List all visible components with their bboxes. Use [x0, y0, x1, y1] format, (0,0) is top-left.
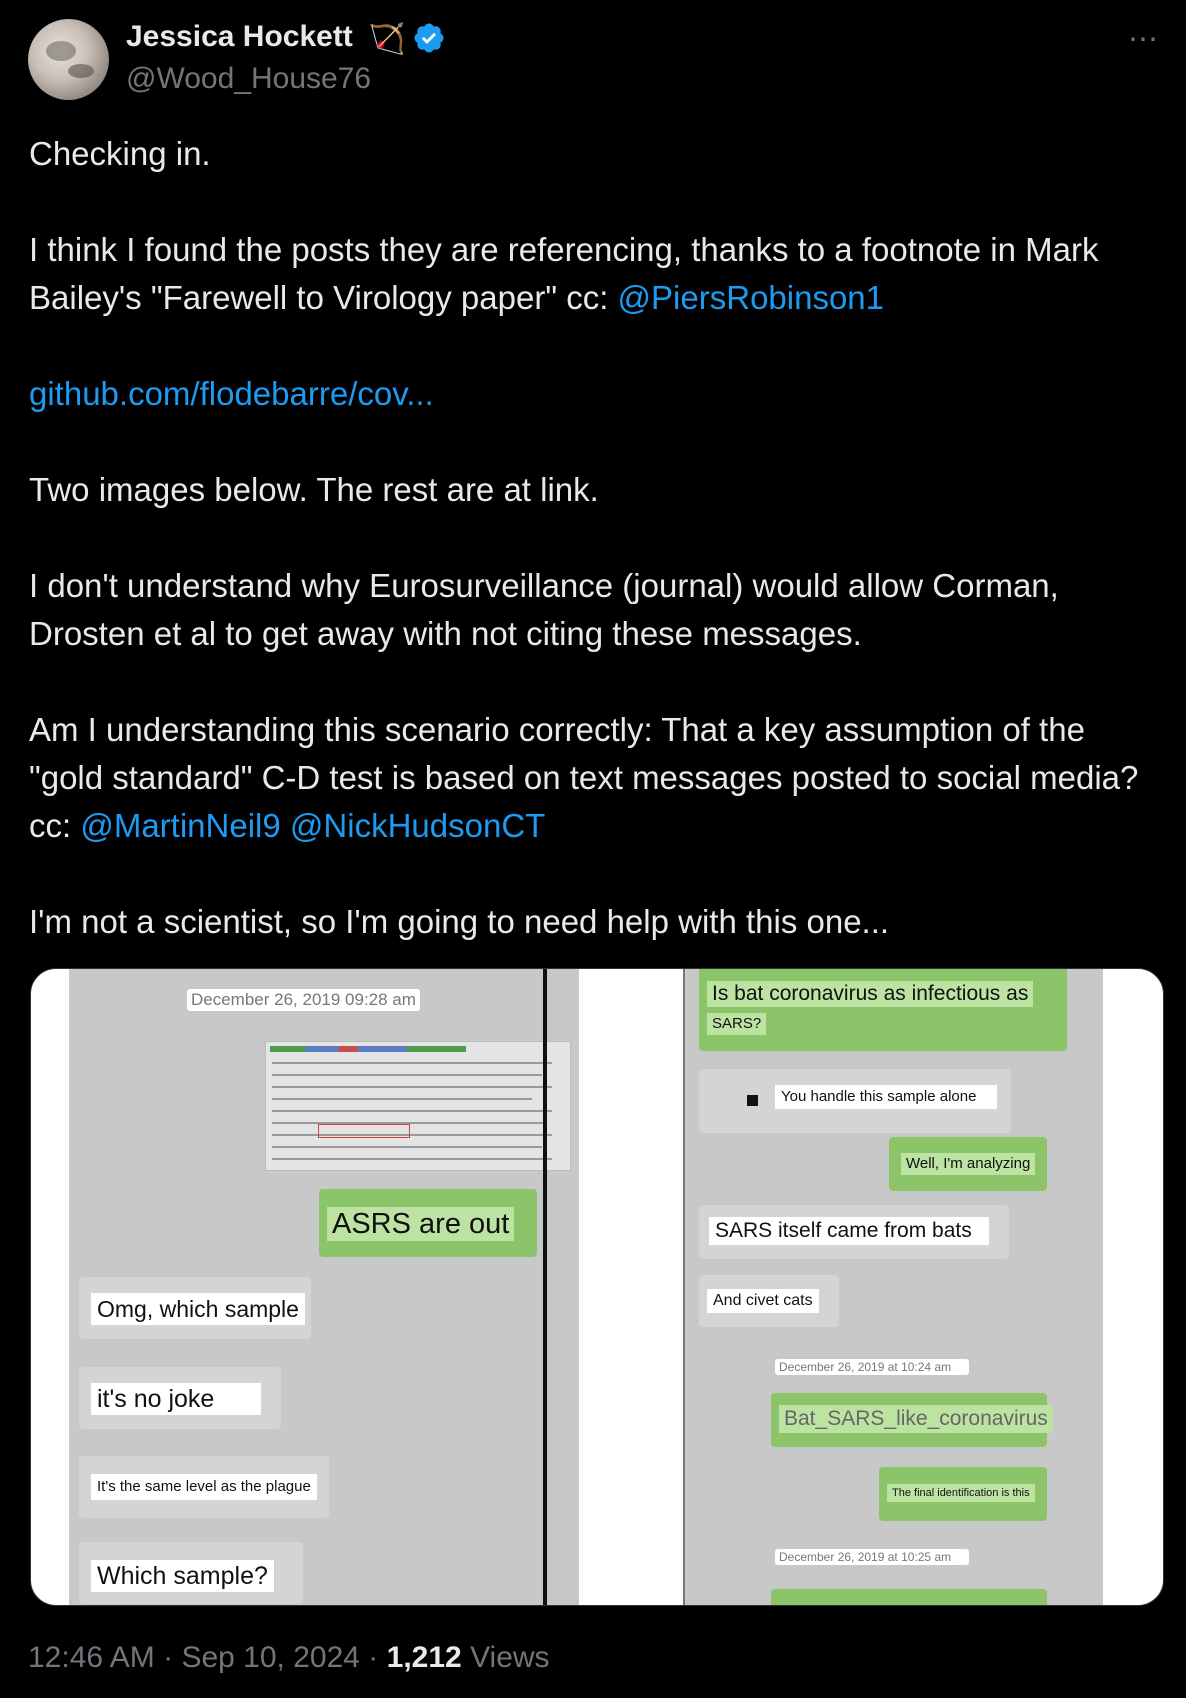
chat-bubble-incoming: And civet cats [699, 1275, 839, 1327]
avatar-detail [68, 64, 94, 78]
spreadsheet-row [272, 1074, 542, 1076]
chat-bubble-outgoing: The final identification is this [879, 1467, 1047, 1521]
spreadsheet-row [272, 1098, 532, 1100]
spreadsheet-row [272, 1086, 552, 1088]
verified-badge-icon[interactable] [412, 21, 446, 55]
views-label: Views [470, 1641, 550, 1674]
spreadsheet-row [272, 1110, 552, 1112]
more-options-icon[interactable]: ⋯ [1128, 22, 1159, 57]
chat-bubble-text: ASRS are out [327, 1207, 515, 1241]
image-gap [597, 969, 615, 1605]
panel-edge [683, 969, 685, 1605]
redacted-square-icon [747, 1095, 758, 1106]
media-image-left[interactable]: December 26, 2019 09:28 am ASRS are out … [69, 969, 579, 1605]
chat-bubble-text: It's the same level as the plague [91, 1474, 317, 1500]
highlight-box [318, 1124, 410, 1138]
bow-and-arrow-emoji: 🏹 [368, 23, 406, 56]
tweet-meta: 12:46 AM · Sep 10, 2024 · 1,212 Views [28, 1641, 550, 1675]
tweet-date[interactable]: Sep 10, 2024 [181, 1641, 360, 1674]
chat-bubble-text: Bat_SARS_like_coronavirus [779, 1405, 1053, 1433]
meta-separator: · [163, 1641, 174, 1674]
author-handle[interactable]: @Wood_House76 [126, 62, 371, 96]
spreadsheet-header [270, 1046, 466, 1052]
chat-bubble-outgoing: Bat_SARS_like_coronavirus [771, 1393, 1053, 1447]
image-divider [543, 969, 547, 1605]
chat-timestamp: December 26, 2019 at 10:25 am [775, 1549, 969, 1565]
chat-bubble-text: Which sample? [91, 1560, 274, 1592]
tweet-paragraph: I don't understand why Eurosurveillance … [29, 567, 1059, 652]
chat-bubble-incoming: it's no joke [79, 1367, 281, 1429]
spreadsheet-row [272, 1158, 552, 1160]
tweet-text: Checking in. I think I found the posts t… [29, 130, 1164, 994]
chat-timestamp: December 26, 2019 09:28 am [187, 989, 420, 1011]
avatar-detail [46, 41, 76, 61]
media-grid[interactable]: December 26, 2019 09:28 am ASRS are out … [30, 968, 1164, 1606]
spreadsheet-row [272, 1062, 552, 1064]
chat-bubble-outgoing: Is bat coronavirus as infectious as SARS… [699, 969, 1067, 1051]
media-image-right[interactable]: Is bat coronavirus as infectious as SARS… [683, 969, 1103, 1605]
mention-link[interactable]: @PiersRobinson1 [618, 279, 884, 316]
spreadsheet-row [272, 1134, 552, 1136]
chat-bubble-incoming: Omg, which sample [79, 1277, 311, 1339]
chat-timestamp: December 26, 2019 at 10:24 am [775, 1359, 969, 1375]
tweet-paragraph: Two images below. The rest are at link. [29, 471, 599, 508]
tweet-time[interactable]: 12:46 AM [28, 1641, 155, 1674]
tweet-text-segment: I think I found the posts they are refer… [29, 231, 1099, 316]
spreadsheet-row [272, 1146, 542, 1148]
chat-bubble-incoming: You handle this sample alone [699, 1069, 1011, 1133]
chat-bubble-incoming: It's the same level as the plague [79, 1456, 329, 1518]
chat-bubble-text: SARS itself came from bats [709, 1217, 989, 1245]
chat-bubble-outgoing: ASRS are out [319, 1189, 537, 1257]
chat-bubble-outgoing [771, 1589, 1047, 1605]
views-count: 1,212 [386, 1641, 462, 1674]
mention-link[interactable]: @MartinNeil9 [80, 807, 280, 844]
chat-bubble-incoming: SARS itself came from bats [699, 1205, 1009, 1259]
chat-bubble-text: The final identification is this [887, 1484, 1035, 1502]
chat-bubble-text: SARS? [707, 1013, 767, 1035]
chat-bubble-text: it's no joke [91, 1383, 261, 1415]
tweet-paragraph: github.com/flodebarre/cov... [29, 370, 1164, 418]
tweet-paragraph: Checking in. [29, 135, 211, 172]
chat-bubble-incoming: Which sample? [79, 1542, 303, 1604]
spreadsheet-screenshot [265, 1041, 571, 1171]
chat-bubble-text: Omg, which sample [91, 1293, 305, 1325]
meta-separator: · [368, 1641, 379, 1674]
avatar[interactable] [28, 19, 109, 100]
tweet-paragraph: Am I understanding this scenario correct… [29, 706, 1164, 850]
chat-bubble-text: Well, I'm analyzing [901, 1153, 1036, 1175]
tweet-paragraph: I think I found the posts they are refer… [29, 226, 1164, 322]
chat-bubble-text: You handle this sample alone [775, 1085, 997, 1109]
author-name[interactable]: Jessica Hockett [126, 20, 353, 54]
mention-link[interactable]: @NickHudsonCT [290, 807, 545, 844]
chat-bubble-text: And civet cats [707, 1289, 819, 1313]
chat-bubble-outgoing: Well, I'm analyzing [889, 1137, 1047, 1191]
chat-bubble-text: Is bat coronavirus as infectious as [707, 981, 1034, 1007]
tweet-paragraph: I'm not a scientist, so I'm going to nee… [29, 903, 890, 940]
url-link[interactable]: github.com/flodebarre/cov... [29, 375, 434, 412]
